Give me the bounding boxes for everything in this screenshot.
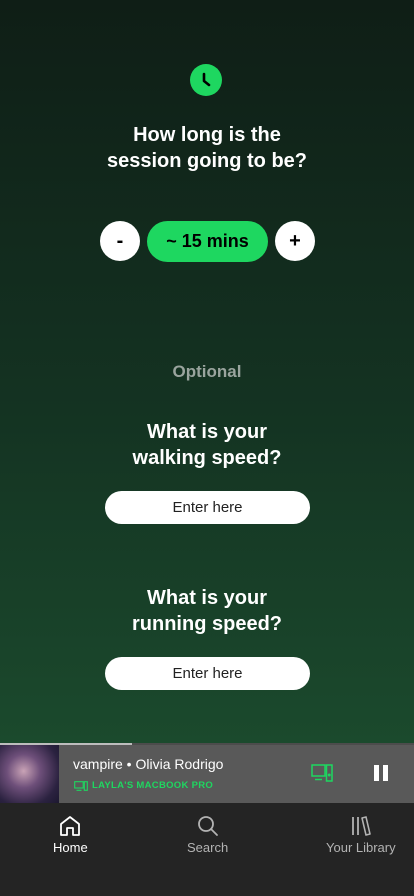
library-icon [351,816,371,836]
walking-speed-input[interactable] [105,491,310,524]
now-playing-text: vampire • Olivia Rodrigo [73,756,223,772]
duration-display: ~ 15 mins [147,221,268,262]
mini-player[interactable]: vampire • Olivia Rodrigo LAYLA'S MACBOOK… [0,745,414,803]
running-speed-question: What is your running speed? [132,587,282,635]
session-length-question: How long is the session going to be? [106,124,307,172]
bottom-nav: Home Search Your Library [0,803,414,896]
nav-home[interactable]: Home [53,815,88,855]
search-icon [197,816,218,836]
walking-speed-question: What is your walking speed? [132,421,282,469]
nav-library[interactable]: Your Library [326,815,396,855]
running-speed-input[interactable] [105,657,310,690]
nav-search[interactable]: Search [187,815,228,855]
device-icon [74,780,88,791]
home-icon [60,816,81,836]
title-artist-separator: • [122,756,136,772]
decrease-duration-button[interactable]: - [100,221,140,261]
connected-device: LAYLA'S MACBOOK PRO [74,780,213,791]
nav-search-label: Search [187,840,229,855]
increase-duration-button[interactable]: + [275,221,315,261]
connect-devices-icon[interactable] [311,764,333,782]
pause-icon[interactable] [374,765,388,783]
optional-label: Optional [172,362,242,381]
session-setup-screen: How long is the session going to be? - ~… [0,0,414,745]
artist-name: Olivia Rodrigo [135,756,224,772]
clock-icon [190,64,222,96]
track-title: vampire [73,756,123,772]
album-art [0,745,59,803]
nav-library-label: Your Library [326,840,396,855]
device-name: LAYLA'S MACBOOK PRO [92,780,214,791]
nav-home-label: Home [53,840,88,855]
